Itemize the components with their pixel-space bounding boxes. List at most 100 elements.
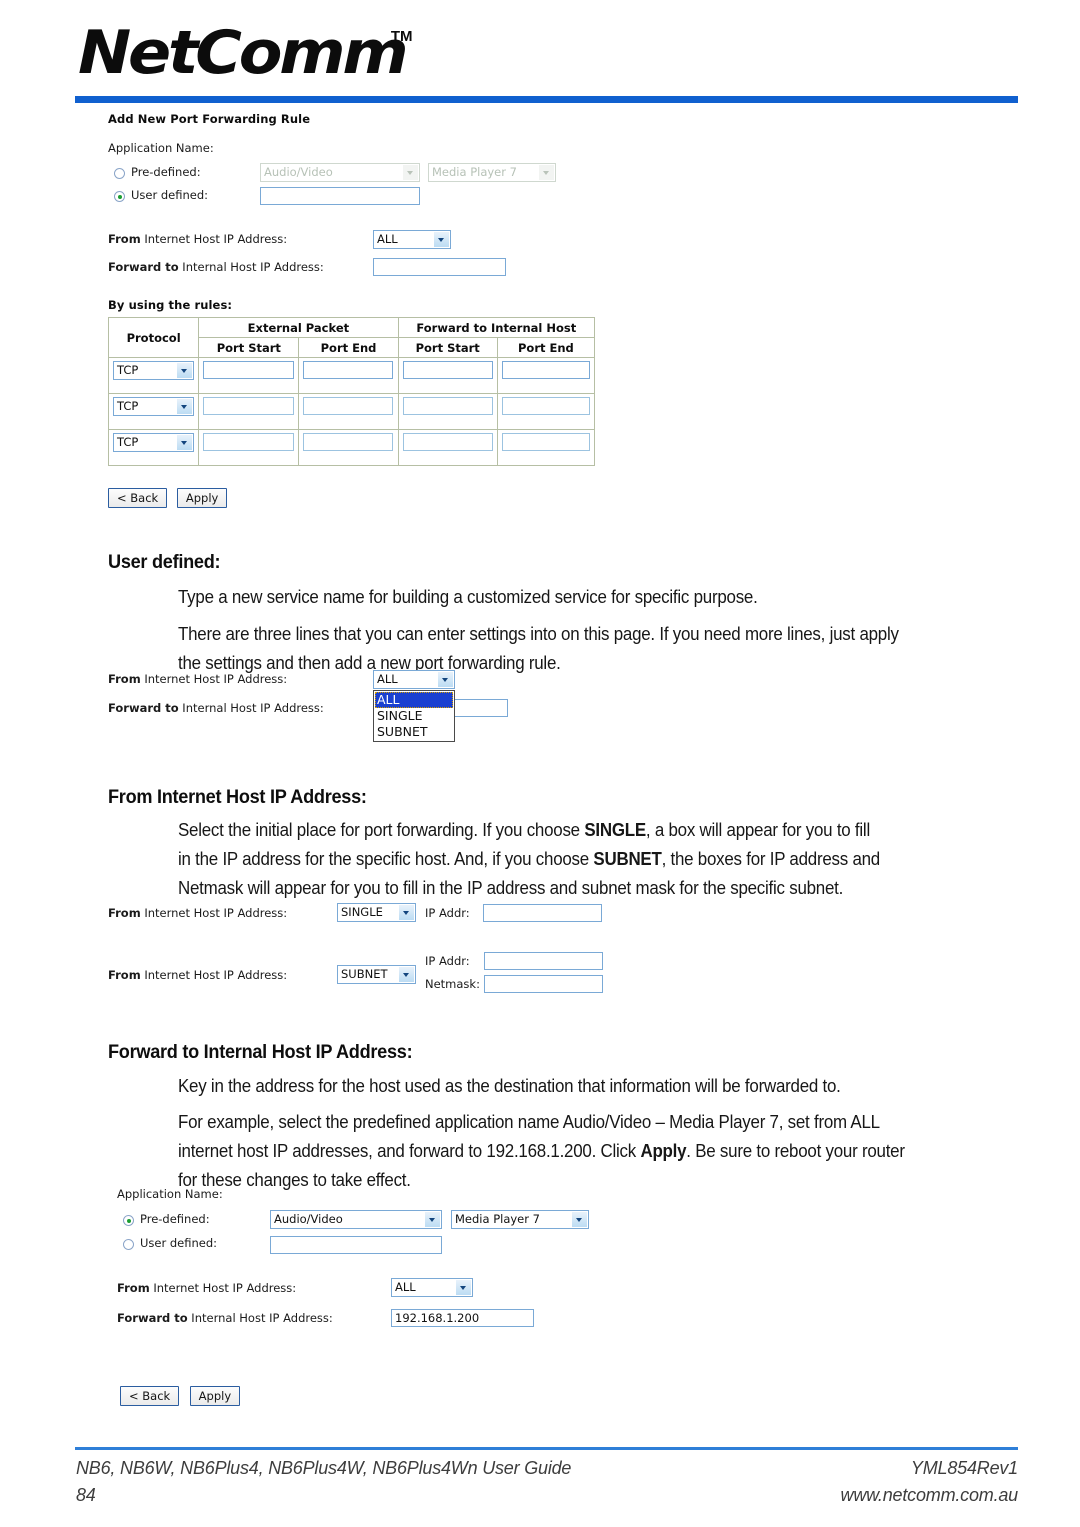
ip-addr-label: IP Addr: [425, 906, 470, 920]
text-emphasis-single: SINGLE [584, 820, 646, 840]
text-emphasis-apply: Apply [640, 1141, 687, 1161]
example-port-forwarding-form: Application Name: Pre-defined: Audio/Vid… [117, 1187, 657, 1334]
column-header-int-port-start: Port Start [397, 337, 498, 358]
user-defined-input[interactable] [260, 187, 420, 205]
example-form-buttons: < Back Apply [120, 1386, 241, 1406]
apply-button[interactable]: Apply [176, 488, 228, 508]
cell-int-port-end [496, 357, 596, 394]
text-fragment: in the IP address for the specific host.… [178, 849, 594, 869]
footer-guide-title: NB6, NB6W, NB6Plus4, NB6Plus4W, NB6Plus4… [76, 1458, 572, 1478]
column-header-protocol: Protocol [107, 317, 200, 358]
int-port-end-input-row2[interactable] [501, 397, 590, 415]
predefined-app-value: Media Player 7 [432, 165, 517, 179]
user-defined-radio[interactable] [114, 191, 125, 202]
protocol-value-row2: TCP [117, 399, 139, 413]
from-label-rest: Internet Host IP Address: [140, 672, 288, 686]
paragraph-line: There are three lines that you can enter… [178, 624, 899, 644]
paragraph-line: For example, select the predefined appli… [178, 1112, 880, 1132]
user-defined-radio[interactable] [123, 1239, 134, 1250]
int-port-start-input-row2[interactable] [402, 397, 493, 415]
ip-addr-input[interactable] [483, 904, 602, 922]
from-internet-host-value: ALL [377, 232, 398, 246]
rules-caption: By using the rules: [108, 298, 233, 312]
protocol-select-row1[interactable]: TCP [113, 361, 194, 380]
text-fragment: , the boxes for IP address and [661, 849, 881, 869]
predefined-category-select[interactable]: Audio/Video [260, 163, 420, 182]
column-header-int-port-end: Port End [496, 337, 596, 358]
int-port-end-input-row1[interactable] [501, 361, 590, 379]
back-button[interactable]: < Back [108, 488, 168, 508]
predefined-category-value: Audio/Video [274, 1212, 343, 1226]
chevron-down-icon [177, 435, 192, 450]
from-internet-host-select-open[interactable]: ALL [373, 670, 455, 689]
cell-ext-port-end [298, 357, 399, 394]
footer-right: YML854Rev1 www.netcomm.com.au [841, 1455, 1019, 1509]
predefined-radio[interactable] [123, 1215, 134, 1226]
ext-port-end-input-row2[interactable] [303, 397, 394, 415]
add-port-forwarding-form: Add New Port Forwarding Rule Application… [107, 112, 628, 508]
predefined-category-select[interactable]: Audio/Video [270, 1210, 442, 1229]
cell-int-port-end [496, 429, 596, 466]
int-port-start-input-row3[interactable] [402, 433, 493, 451]
netmask-input[interactable] [484, 975, 603, 993]
logo-wordmark: NetComm [78, 18, 409, 88]
footer-page-number: 84 [76, 1485, 96, 1505]
cell-ext-port-end [298, 393, 399, 430]
from-internet-host-option-list[interactable]: ALL SINGLE SUBNET [373, 690, 455, 742]
from-internet-host-single-screenshot: From Internet Host IP Address: SINGLE IP… [108, 903, 648, 929]
paragraph-user-defined-1: Type a new service name for building a c… [178, 587, 758, 607]
chevron-down-icon [425, 1212, 440, 1227]
from-internet-host-select-subnet[interactable]: SUBNET [337, 965, 416, 984]
cell-int-port-start [397, 357, 498, 394]
heading-forward-to-internal-host: Forward to Internal Host IP Address: [108, 1041, 413, 1064]
user-defined-label: User defined: [140, 1236, 218, 1250]
text-fragment: internet host IP addresses, and forward … [178, 1141, 641, 1161]
predefined-app-select[interactable]: Media Player 7 [451, 1210, 589, 1229]
column-group-external-packet: External Packet [198, 317, 399, 338]
ip-addr-input[interactable] [484, 952, 603, 970]
ext-port-start-input-row1[interactable] [203, 361, 295, 379]
dropdown-option-single[interactable]: SINGLE [375, 708, 453, 724]
from-internet-host-select[interactable]: ALL [391, 1278, 473, 1297]
from-label-strong: From [117, 1281, 150, 1295]
table-row: TCP [107, 357, 596, 394]
user-defined-input[interactable] [270, 1236, 442, 1254]
int-port-end-input-row3[interactable] [501, 433, 590, 451]
from-label-rest: Internet Host IP Address: [149, 1281, 297, 1295]
forward-label-strong: Forward to [117, 1311, 188, 1325]
protocol-select-row2[interactable]: TCP [113, 397, 194, 416]
back-button-bottom[interactable]: < Back [120, 1386, 180, 1406]
from-internet-host-select-single[interactable]: SINGLE [337, 903, 416, 922]
from-internet-host-value: SINGLE [341, 905, 383, 919]
netmask-label: Netmask: [425, 977, 480, 991]
dropdown-option-subnet[interactable]: SUBNET [375, 724, 453, 740]
text-fragment: Select the initial place for port forwar… [178, 820, 585, 840]
int-port-start-input-row1[interactable] [402, 361, 493, 379]
from-label-strong: From [108, 968, 141, 982]
paragraph-forward-to-1: Key in the address for the host used as … [178, 1076, 841, 1096]
protocol-value-row1: TCP [117, 363, 139, 377]
from-internet-host-value: SUBNET [341, 967, 388, 981]
ext-port-end-input-row3[interactable] [303, 433, 394, 451]
ext-port-start-input-row3[interactable] [203, 433, 295, 451]
ext-port-end-input-row1[interactable] [303, 361, 394, 379]
chevron-down-icon [177, 363, 192, 378]
dropdown-option-all[interactable]: ALL [375, 692, 453, 708]
protocol-select-row3[interactable]: TCP [113, 433, 194, 452]
apply-button-bottom[interactable]: Apply [189, 1386, 241, 1406]
predefined-label: Pre-defined: [140, 1212, 210, 1226]
heading-from-internet-host: From Internet Host IP Address: [108, 786, 367, 809]
chevron-down-icon [572, 1212, 587, 1227]
from-internet-host-select[interactable]: ALL [373, 230, 451, 249]
predefined-radio[interactable] [114, 168, 125, 179]
ext-port-start-input-row2[interactable] [203, 397, 295, 415]
predefined-app-select[interactable]: Media Player 7 [428, 163, 556, 182]
cell-ext-port-start [198, 429, 300, 466]
forward-to-internal-host-input[interactable] [373, 258, 506, 276]
from-label-rest: Internet Host IP Address: [140, 968, 288, 982]
from-internet-host-dropdown-screenshot: From Internet Host IP Address: ALL ALL S… [108, 670, 628, 742]
from-internet-host-value: ALL [395, 1280, 416, 1294]
from-internet-host-label: From Internet Host IP Address: [108, 232, 287, 246]
forward-to-internal-host-input[interactable]: 192.168.1.200 [391, 1309, 534, 1327]
paragraph-forward-to-2: For example, select the predefined appli… [178, 1108, 1033, 1195]
